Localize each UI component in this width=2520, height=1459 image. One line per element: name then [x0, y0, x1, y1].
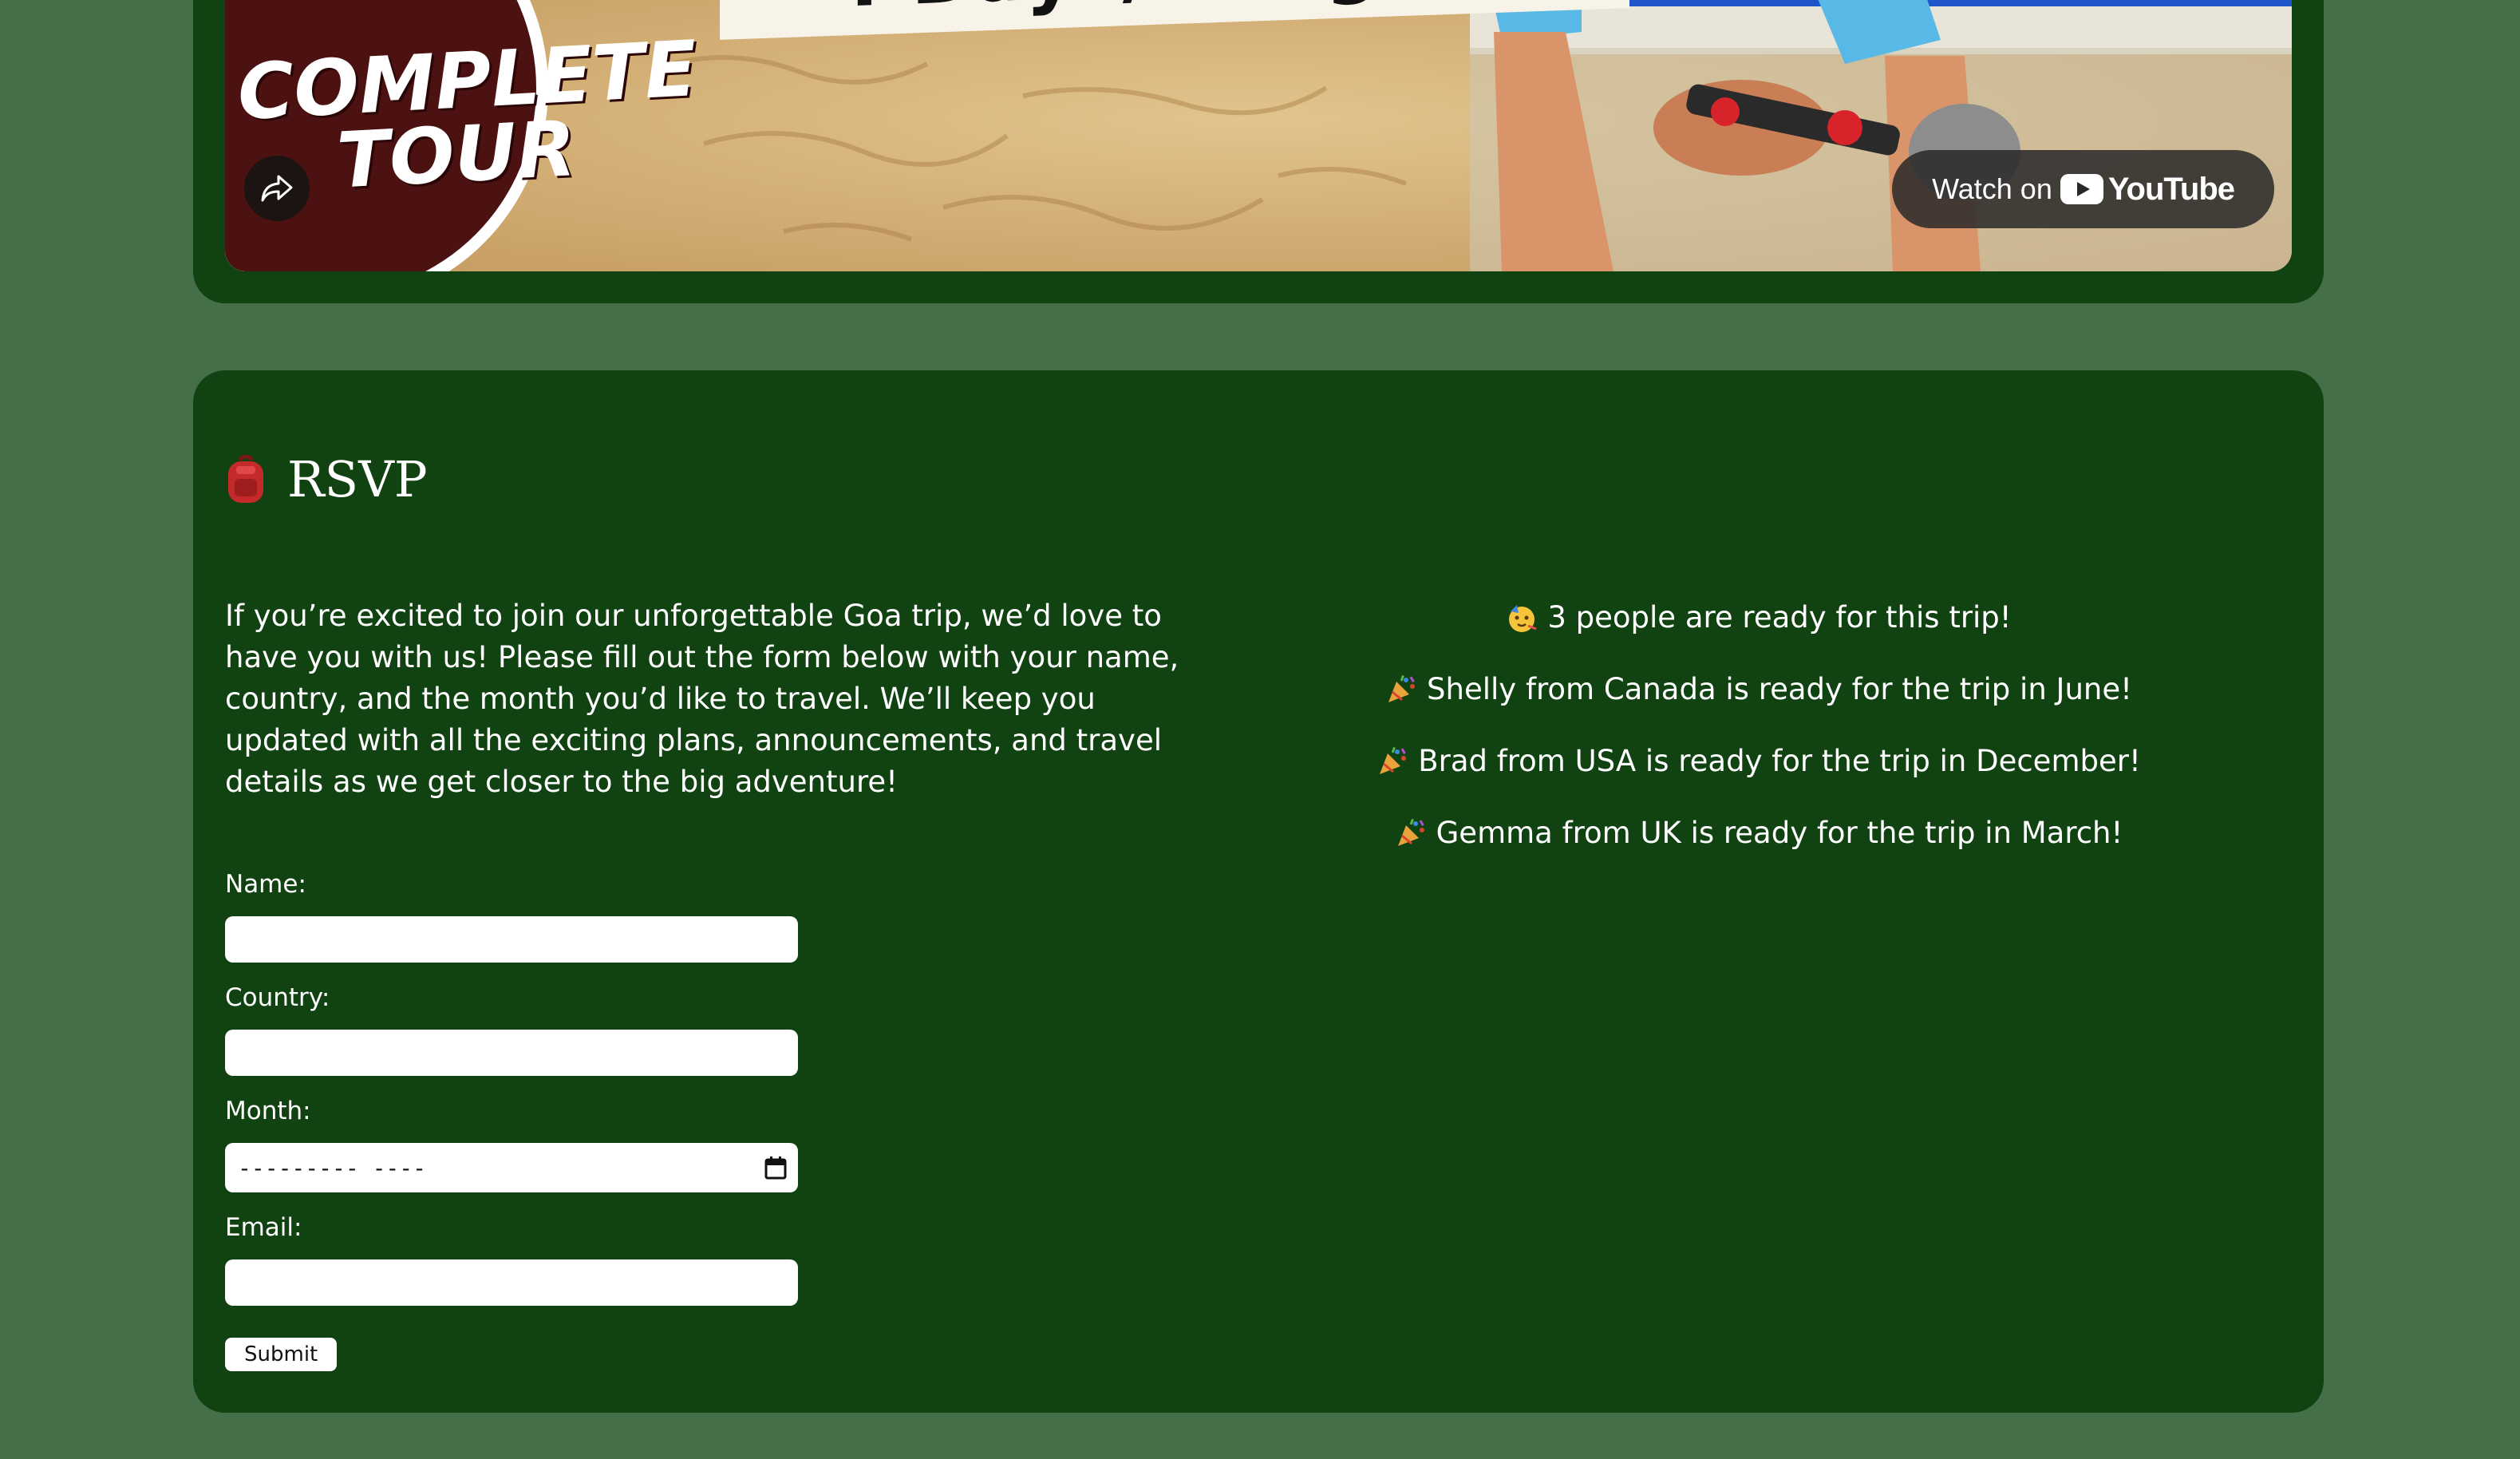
youtube-embed[interactable]: 4 Days/3 Nights COMPLETE TOUR Watch on [225, 0, 2292, 271]
calendar-icon[interactable] [764, 1156, 787, 1180]
youtube-play-icon [2060, 174, 2103, 204]
partying-face-icon [1509, 605, 1537, 632]
rsvp-heading: RSVP [225, 450, 428, 508]
attendee-count: 3 people are ready for this trip! [1288, 597, 2230, 639]
rsvp-title: RSVP [287, 450, 428, 508]
share-button[interactable] [244, 156, 310, 221]
attendee-entry-text: Brad from USA is ready for the trip in D… [1418, 744, 2141, 778]
email-input[interactable] [225, 1259, 798, 1306]
youtube-logo: YouTube [2060, 171, 2235, 208]
name-label: Name: [225, 870, 306, 899]
watch-on-label: Watch on [1932, 172, 2052, 205]
country-label: Country: [225, 983, 330, 1012]
rsvp-form-column: If you’re excited to join our unforgetta… [225, 595, 1199, 1371]
rsvp-section: RSVP If you’re excited to join our unfor… [193, 370, 2324, 1413]
attendee-count-text: 3 people are ready for this trip! [1547, 600, 2012, 635]
submit-button[interactable]: Submit [225, 1338, 338, 1371]
attendee-entry: Shelly from Canada is ready for the trip… [1288, 669, 2230, 710]
name-input[interactable] [225, 916, 798, 963]
video-card: 4 Days/3 Nights COMPLETE TOUR Watch on [193, 0, 2324, 303]
party-popper-icon [1380, 746, 1407, 774]
attendee-entry-text: Shelly from Canada is ready for the trip… [1427, 672, 2132, 706]
rsvp-form: Name: Country: Month: --------- ---- Ema… [225, 867, 1199, 1371]
rsvp-intro-text: If you’re excited to join our unforgetta… [225, 599, 1179, 799]
watch-on-youtube-button[interactable]: Watch on YouTube [1892, 150, 2274, 228]
share-arrow-icon [261, 175, 293, 202]
party-popper-icon [1388, 674, 1416, 702]
party-popper-icon [1397, 818, 1424, 846]
backpack-icon [228, 454, 263, 503]
attendee-entry-text: Gemma from UK is ready for the trip in M… [1436, 816, 2123, 850]
month-label: Month: [225, 1097, 311, 1125]
country-input[interactable] [225, 1030, 798, 1076]
month-placeholder: --------- ---- [238, 1154, 427, 1181]
month-picker-input[interactable]: --------- ---- [225, 1143, 798, 1192]
email-label: Email: [225, 1213, 302, 1242]
page: 4 Days/3 Nights COMPLETE TOUR Watch on [0, 0, 2520, 1459]
youtube-wordmark: YouTube [2107, 171, 2235, 207]
attendee-entry: Brad from USA is ready for the trip in D… [1288, 741, 2230, 782]
attendee-entry: Gemma from UK is ready for the trip in M… [1288, 813, 2230, 854]
rsvp-attendees-column: 3 people are ready for this trip! Shelly… [1288, 597, 2230, 884]
